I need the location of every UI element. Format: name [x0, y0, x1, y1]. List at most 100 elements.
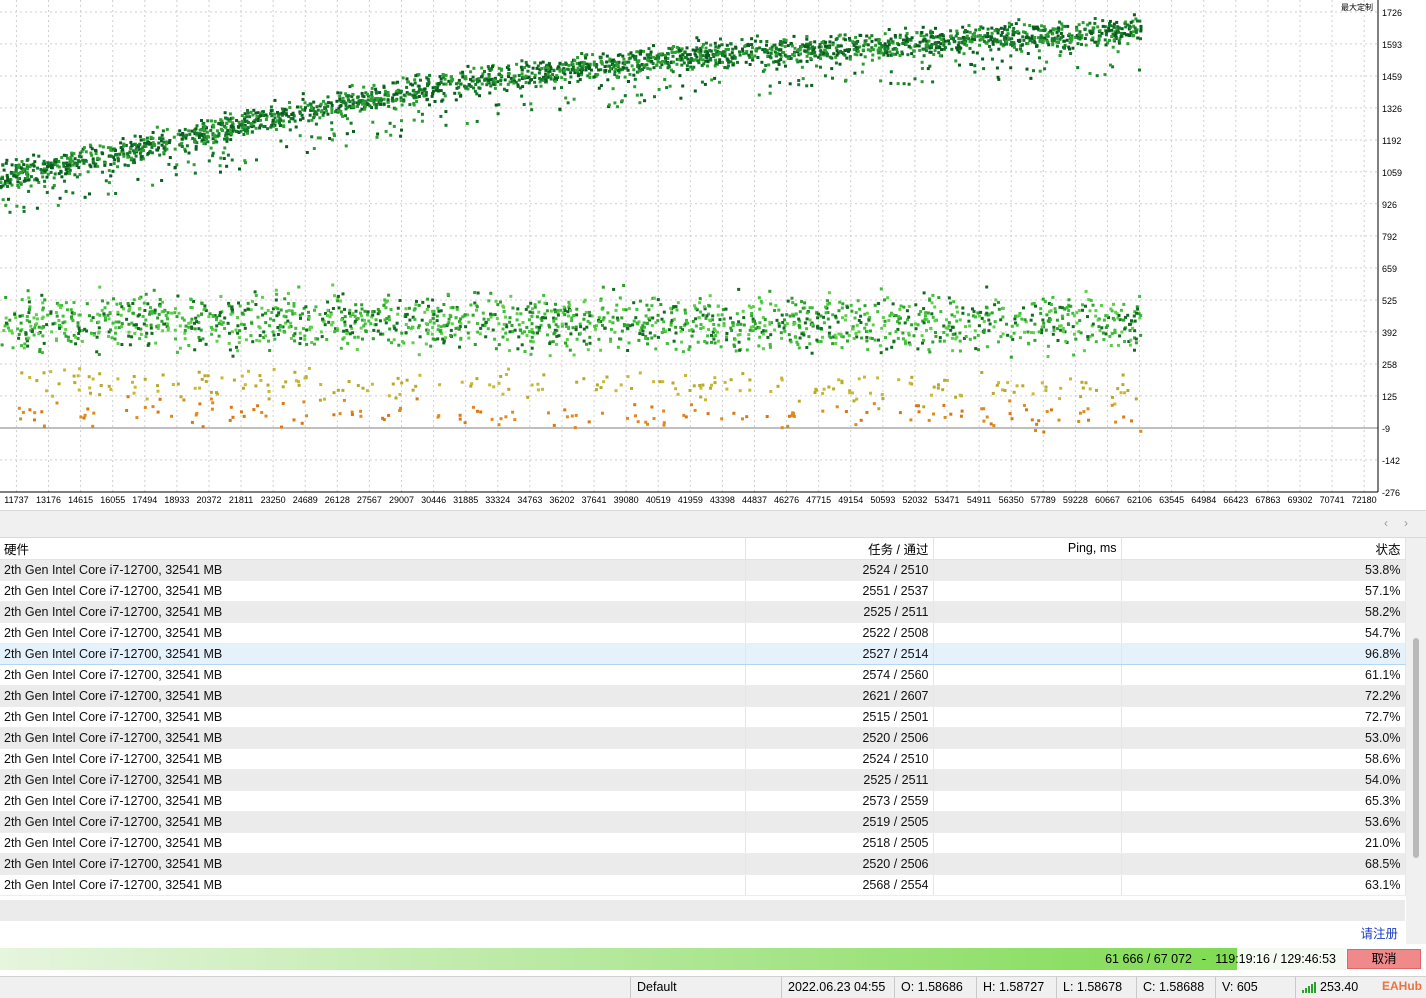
cell-hardware: 2th Gen Intel Core i7-12700, 32541 MB: [0, 727, 746, 749]
data-point: [805, 346, 809, 349]
data-point: [655, 63, 659, 67]
table-row[interactable]: 2th Gen Intel Core i7-12700, 32541 MB 252…: [0, 642, 1406, 665]
data-point: [269, 109, 273, 113]
data-point: [644, 337, 648, 340]
scroll-left-arrow-icon[interactable]: ‹: [1384, 516, 1388, 530]
table-vertical-scrollbar[interactable]: [1406, 538, 1426, 944]
table-row[interactable]: 2th Gen Intel Core i7-12700, 32541 MB 252…: [0, 748, 1406, 770]
data-point: [1073, 314, 1077, 318]
data-point: [296, 105, 299, 109]
data-point: [106, 301, 110, 305]
data-point: [941, 388, 945, 392]
data-point: [646, 53, 650, 57]
data-point: [1104, 43, 1108, 47]
data-point: [465, 122, 469, 125]
column-header-ping[interactable]: Ping, ms: [933, 538, 1122, 560]
cell-passes: 2568 / 2554: [745, 874, 934, 896]
data-point: [362, 324, 366, 328]
data-point: [185, 144, 189, 148]
data-point: [632, 68, 636, 72]
table-row[interactable]: 2th Gen Intel Core i7-12700, 32541 MB 256…: [0, 874, 1406, 896]
data-point: [652, 44, 655, 48]
data-point: [688, 389, 692, 392]
data-point: [1029, 76, 1033, 80]
data-point: [742, 316, 746, 320]
data-point: [828, 46, 831, 49]
data-point: [178, 129, 182, 133]
cell-state: 54.0%: [1121, 769, 1406, 791]
data-point: [520, 59, 524, 63]
data-point: [556, 313, 560, 317]
data-point: [319, 330, 323, 334]
data-point: [182, 398, 186, 402]
data-point: [187, 129, 191, 133]
data-point: [321, 113, 325, 117]
table-row[interactable]: 2th Gen Intel Core i7-12700, 32541 MB 252…: [0, 853, 1406, 875]
data-point: [1097, 325, 1101, 329]
data-point: [191, 136, 195, 140]
data-point: [848, 391, 852, 395]
table-row[interactable]: 2th Gen Intel Core i7-12700, 32541 MB 251…: [0, 832, 1406, 854]
table-row[interactable]: 2th Gen Intel Core i7-12700, 32541 MB 252…: [0, 727, 1406, 749]
data-point: [1061, 327, 1065, 330]
column-header-hardware[interactable]: 硬件: [0, 538, 746, 560]
progress-fill: [0, 948, 1237, 970]
data-point: [56, 164, 60, 168]
data-point: [1079, 331, 1083, 335]
table-row[interactable]: 2th Gen Intel Core i7-12700, 32541 MB 255…: [0, 580, 1406, 602]
data-point: [408, 92, 412, 96]
data-point: [198, 402, 202, 406]
column-header-state[interactable]: 状态: [1121, 538, 1406, 560]
table-row[interactable]: 2th Gen Intel Core i7-12700, 32541 MB 252…: [0, 559, 1406, 581]
data-point: [266, 383, 270, 387]
data-point: [782, 51, 786, 54]
data-point: [1011, 30, 1015, 33]
data-point: [69, 339, 73, 343]
data-point: [367, 319, 371, 323]
data-point: [778, 81, 782, 84]
data-point: [829, 35, 833, 39]
data-point: [652, 66, 656, 70]
table-row[interactable]: 2th Gen Intel Core i7-12700, 32541 MB 252…: [0, 622, 1406, 644]
data-point: [123, 143, 127, 147]
data-point: [482, 317, 486, 321]
table-row[interactable]: 2th Gen Intel Core i7-12700, 32541 MB 262…: [0, 685, 1406, 707]
data-point: [206, 119, 210, 123]
data-point: [786, 44, 790, 48]
data-point: [548, 342, 552, 345]
data-point: [973, 329, 977, 333]
table-row[interactable]: 2th Gen Intel Core i7-12700, 32541 MB 257…: [0, 790, 1406, 812]
scrollbar-thumb[interactable]: [1413, 638, 1419, 858]
data-point: [958, 318, 962, 322]
data-point: [14, 175, 18, 179]
cancel-button[interactable]: 取消: [1347, 949, 1421, 969]
data-point: [530, 383, 534, 387]
scroll-right-arrow-icon[interactable]: ›: [1404, 516, 1408, 530]
data-point: [212, 141, 216, 145]
column-header-passes[interactable]: 任务 / 通过: [745, 538, 934, 560]
chart-scrollbar[interactable]: ‹ ›: [0, 510, 1426, 538]
data-point: [741, 372, 745, 376]
data-point: [554, 323, 558, 327]
register-link[interactable]: 请注册: [1360, 923, 1398, 942]
data-point: [99, 384, 103, 387]
data-point: [29, 324, 33, 328]
data-point: [330, 111, 334, 114]
data-point: [479, 410, 483, 414]
table-row[interactable]: 2th Gen Intel Core i7-12700, 32541 MB 252…: [0, 601, 1406, 623]
table-row[interactable]: 2th Gen Intel Core i7-12700, 32541 MB 257…: [0, 664, 1406, 686]
table-row[interactable]: 2th Gen Intel Core i7-12700, 32541 MB 252…: [0, 769, 1406, 791]
data-point: [724, 48, 728, 51]
data-point: [292, 334, 296, 338]
data-point: [475, 77, 479, 81]
data-point: [757, 93, 761, 97]
data-point: [489, 291, 493, 295]
data-point: [859, 34, 863, 37]
table-row[interactable]: 2th Gen Intel Core i7-12700, 32541 MB 251…: [0, 706, 1406, 728]
data-point: [636, 64, 640, 68]
data-point: [1086, 407, 1090, 411]
table-row[interactable]: 2th Gen Intel Core i7-12700, 32541 MB 251…: [0, 811, 1406, 833]
data-point: [246, 307, 250, 311]
data-point: [1103, 73, 1107, 77]
data-point: [549, 77, 553, 81]
